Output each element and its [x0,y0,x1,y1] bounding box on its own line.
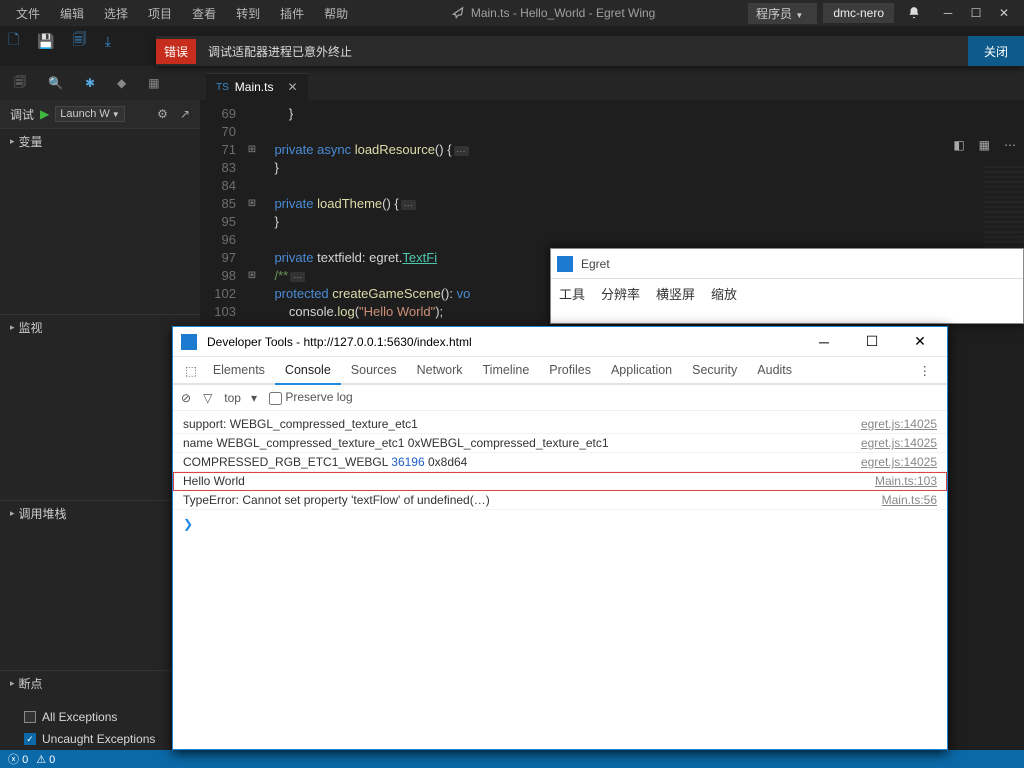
search-icon[interactable]: 🔍 [48,76,63,90]
files-icon[interactable]: 🗐 [14,73,26,94]
console-log-entry[interactable]: support: WEBGL_compressed_texture_etc1eg… [173,415,947,434]
devtools-maximize-button[interactable]: ☐ [853,333,891,350]
devtools-title-bar[interactable]: Developer Tools - http://127.0.0.1:5630/… [173,327,947,357]
split-editor-icon[interactable]: ◧ [953,138,964,152]
role-dropdown[interactable]: 程序员 ▼ [748,3,817,24]
console-prompt[interactable]: ❯ [173,514,947,534]
menu-item[interactable]: 文件 [6,1,50,26]
title-bar: 文件编辑选择项目查看转到插件帮助 Main.ts - Hello_World -… [0,0,1024,26]
editor-layout-icon[interactable]: ▦ [979,138,990,152]
minimize-button[interactable]: ─ [934,3,962,23]
clear-console-icon[interactable]: ⊘ [181,391,191,405]
console-log-entry[interactable]: name WEBGL_compressed_texture_etc1 0xWEB… [173,434,947,453]
console-log-entry[interactable]: Hello WorldMain.ts:103 [173,472,947,491]
bp-all-exceptions[interactable]: All Exceptions [0,706,200,728]
devtools-tab[interactable]: Security [682,357,747,383]
extensions-icon[interactable]: ▦ [148,76,159,90]
devtools-minimize-button[interactable]: ─ [805,334,843,350]
checkbox-icon[interactable]: ✓ [24,733,36,745]
debug-toolbar: 调试 ▶ Launch W▼ ⚙ ↗ [0,100,200,128]
section-watch[interactable]: 监视 [0,314,200,340]
user-badge[interactable]: dmc-nero [823,3,894,23]
egret-menu-item[interactable]: 横竖屏 [656,284,695,303]
new-file-icon[interactable]: 🗋 [8,29,19,53]
console-output[interactable]: support: WEBGL_compressed_texture_etc1eg… [173,411,947,514]
bell-icon[interactable] [900,3,928,23]
egret-menu-item[interactable]: 工具 [559,284,585,303]
maximize-button[interactable]: ☐ [962,3,990,23]
save-all-icon[interactable]: 🗐 [73,29,87,53]
inspect-icon[interactable]: ⬚ [179,363,203,378]
debug-icon[interactable]: ✱ [85,76,95,90]
debug-start-button[interactable]: ▶ [40,107,49,121]
editor-actions: ◧ ▦ ⋯ [953,138,1016,152]
editor-tab-main[interactable]: TS Main.ts ✕ [206,73,308,100]
console-log-entry[interactable]: TypeError: Cannot set property 'textFlow… [173,491,947,510]
devtools-more-icon[interactable]: ⋮ [909,363,942,378]
devtools-tab[interactable]: Console [275,357,341,385]
egret-icon [557,256,573,272]
debug-output-icon[interactable]: ↗ [180,107,190,121]
section-variables[interactable]: 变量 [0,128,200,154]
editor-tabs: TS Main.ts ✕ [200,66,1024,100]
devtools-tabs: ⬚ ElementsConsoleSourcesNetworkTimelineP… [173,357,947,385]
menu-item[interactable]: 项目 [138,1,182,26]
status-warnings[interactable]: ⚠ 0 [36,753,55,766]
menu-item[interactable]: 编辑 [50,1,94,26]
devtools-tab[interactable]: Timeline [473,357,540,383]
console-toolbar: ⊘ ▽ top ▾ Preserve log [173,385,947,411]
egret-title-bar[interactable]: Egret [551,249,1023,279]
debug-settings-icon[interactable]: ⚙ [157,107,168,121]
devtools-tab[interactable]: Audits [747,357,802,383]
egret-menu-item[interactable]: 分辨率 [601,284,640,303]
filter-icon[interactable]: ▽ [203,391,212,405]
menu-item[interactable]: 帮助 [314,1,358,26]
preserve-log-checkbox[interactable]: Preserve log [269,390,353,404]
devtools-icon [181,334,197,350]
context-dropdown[interactable]: top ▾ [224,391,257,405]
activity-bar: 🗐 🔍 ✱ ◆ ▦ [0,66,200,100]
error-banner: 错误 调试适配器进程已意外终止 关闭 [156,36,1024,66]
menu-item[interactable]: 选择 [94,1,138,26]
egret-runner-window[interactable]: Egret 工具分辨率横竖屏缩放 [550,248,1024,324]
side-panel: 🗐 🔍 ✱ ◆ ▦ 调试 ▶ Launch W▼ ⚙ ↗ 变量 监视 调用堆栈 … [0,66,200,750]
bp-uncaught-exceptions[interactable]: ✓Uncaught Exceptions [0,728,200,750]
status-errors[interactable]: ⓧ 0 [8,751,28,767]
error-tag: 错误 [156,39,196,64]
debug-label: 调试 [10,106,34,123]
window-title: Main.ts - Hello_World - Egret Wing [358,6,748,20]
section-breakpoints[interactable]: 断点 [0,670,200,696]
download-icon[interactable]: ⤓ [105,33,111,50]
error-message: 调试适配器进程已意外终止 [196,43,968,60]
egret-menu: 工具分辨率横竖屏缩放 [551,279,1023,307]
editor-more-icon[interactable]: ⋯ [1004,138,1016,152]
menu-item[interactable]: 查看 [182,1,226,26]
devtools-tab[interactable]: Network [407,357,473,383]
menu-bar: 文件编辑选择项目查看转到插件帮助 [6,1,358,26]
devtools-window[interactable]: Developer Tools - http://127.0.0.1:5630/… [172,326,948,750]
status-bar: ⓧ 0 ⚠ 0 [0,750,1024,768]
devtools-tab[interactable]: Profiles [539,357,601,383]
section-callstack[interactable]: 调用堆栈 [0,500,200,526]
launch-config-dropdown[interactable]: Launch W▼ [55,106,124,122]
close-button[interactable]: ✕ [990,3,1018,23]
tab-close-icon[interactable]: ✕ [287,80,297,94]
egret-menu-item[interactable]: 缩放 [711,284,737,303]
devtools-tab[interactable]: Sources [341,357,407,383]
breakpoints-list: All Exceptions ✓Uncaught Exceptions [0,706,200,750]
save-icon[interactable]: 💾 [37,33,54,50]
menu-item[interactable]: 插件 [270,1,314,26]
ts-icon: TS [216,82,229,93]
devtools-tab[interactable]: Elements [203,357,275,383]
menu-item[interactable]: 转到 [226,1,270,26]
devtools-close-button[interactable]: ✕ [901,333,939,350]
source-control-icon[interactable]: ◆ [117,76,126,90]
devtools-tab[interactable]: Application [601,357,682,383]
banner-close-button[interactable]: 关闭 [968,36,1024,66]
console-log-entry[interactable]: COMPRESSED_RGB_ETC1_WEBGL 36196 0x8d64eg… [173,453,947,472]
checkbox-icon[interactable] [24,711,36,723]
